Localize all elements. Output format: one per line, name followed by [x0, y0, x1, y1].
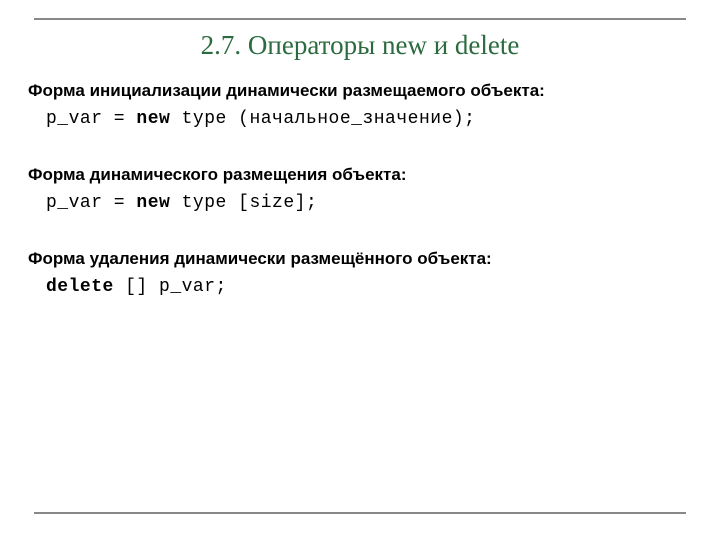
code-prefix: p_var = — [46, 109, 136, 129]
slide: 2.7. Операторы new и delete Форма инициа… — [0, 18, 720, 558]
section-init: Форма инициализации динамически размещае… — [28, 81, 692, 129]
code-suffix: type (начальное_значение); — [170, 109, 475, 129]
content-area: Форма инициализации динамически размещае… — [0, 67, 720, 297]
section-heading: Форма инициализации динамически размещае… — [28, 81, 692, 101]
section-heading: Форма удаления динамически размещённого … — [28, 249, 692, 269]
code-suffix: [] p_var; — [114, 277, 227, 297]
section-alloc: Форма динамического размещения объекта: … — [28, 165, 692, 213]
code-keyword: new — [136, 109, 170, 129]
section-heading: Форма динамического размещения объекта: — [28, 165, 692, 185]
section-delete: Форма удаления динамически размещённого … — [28, 249, 692, 297]
code-keyword: delete — [46, 277, 114, 297]
footer-rule — [34, 512, 686, 514]
code-prefix: p_var = — [46, 193, 136, 213]
code-keyword: new — [136, 193, 170, 213]
slide-title: 2.7. Операторы new и delete — [34, 20, 686, 67]
code-line: p_var = new type (начальное_значение); — [28, 109, 692, 129]
code-line: delete [] p_var; — [28, 277, 692, 297]
code-line: p_var = new type [size]; — [28, 193, 692, 213]
title-block: 2.7. Операторы new и delete — [34, 18, 686, 67]
code-suffix: type [size]; — [170, 193, 317, 213]
